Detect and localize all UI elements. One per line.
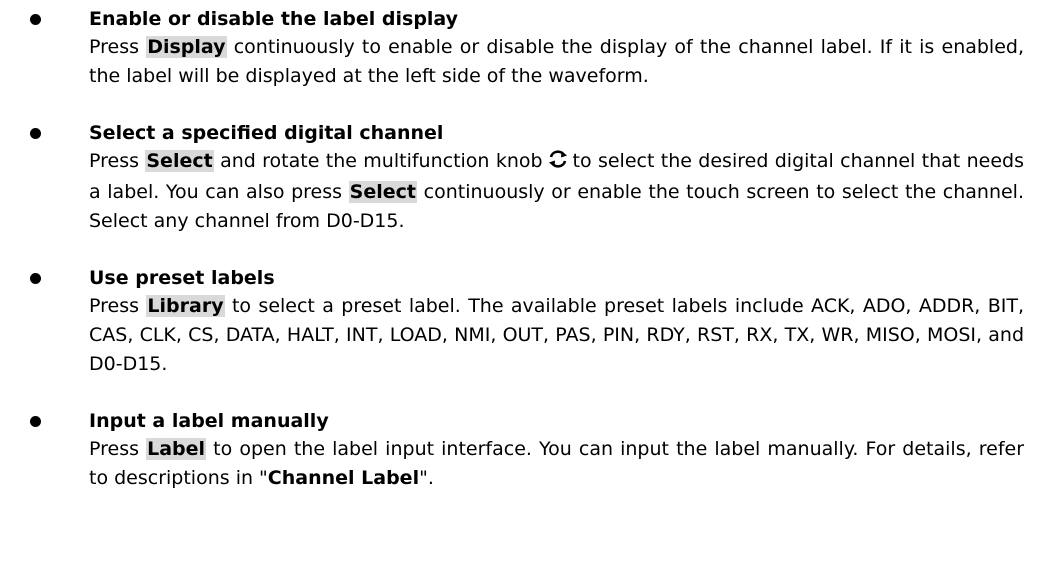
channel-label-reference: Channel Label — [267, 467, 420, 489]
document-page: Enable or disable the label display Pres… — [0, 0, 1048, 576]
list-item-preset-labels: Use preset labels Press Library to selec… — [30, 265, 1024, 379]
display-key-label: Display — [146, 36, 227, 58]
item-title: Input a label manually — [89, 410, 329, 432]
label-key-label: Label — [146, 438, 207, 460]
bullet-icon — [30, 416, 41, 427]
bullet-icon — [30, 128, 41, 139]
bullet-icon — [30, 273, 41, 284]
bullet-icon — [30, 14, 41, 25]
multifunction-knob-icon — [547, 149, 569, 178]
item-title: Enable or disable the label display — [89, 8, 459, 30]
item-body: Press Library to select a preset label. … — [89, 295, 1025, 375]
item-body: Press Label to open the label input inte… — [89, 438, 1025, 489]
item-title: Use preset labels — [89, 267, 275, 289]
list-item-select-channel: Select a specified digital channel Press… — [30, 120, 1024, 236]
item-body: Press Select and rotate the multifunctio… — [89, 149, 1024, 232]
item-title: Select a specified digital channel — [89, 122, 444, 144]
list-item-label-display: Enable or disable the label display Pres… — [30, 6, 1024, 91]
select-key-label-2: Select — [348, 181, 417, 203]
library-key-label: Library — [146, 295, 225, 317]
list-item-input-label: Input a label manually Press Label to op… — [30, 408, 1024, 493]
select-key-label: Select — [145, 150, 214, 172]
item-body: Press Display continuously to enable or … — [89, 36, 1025, 87]
